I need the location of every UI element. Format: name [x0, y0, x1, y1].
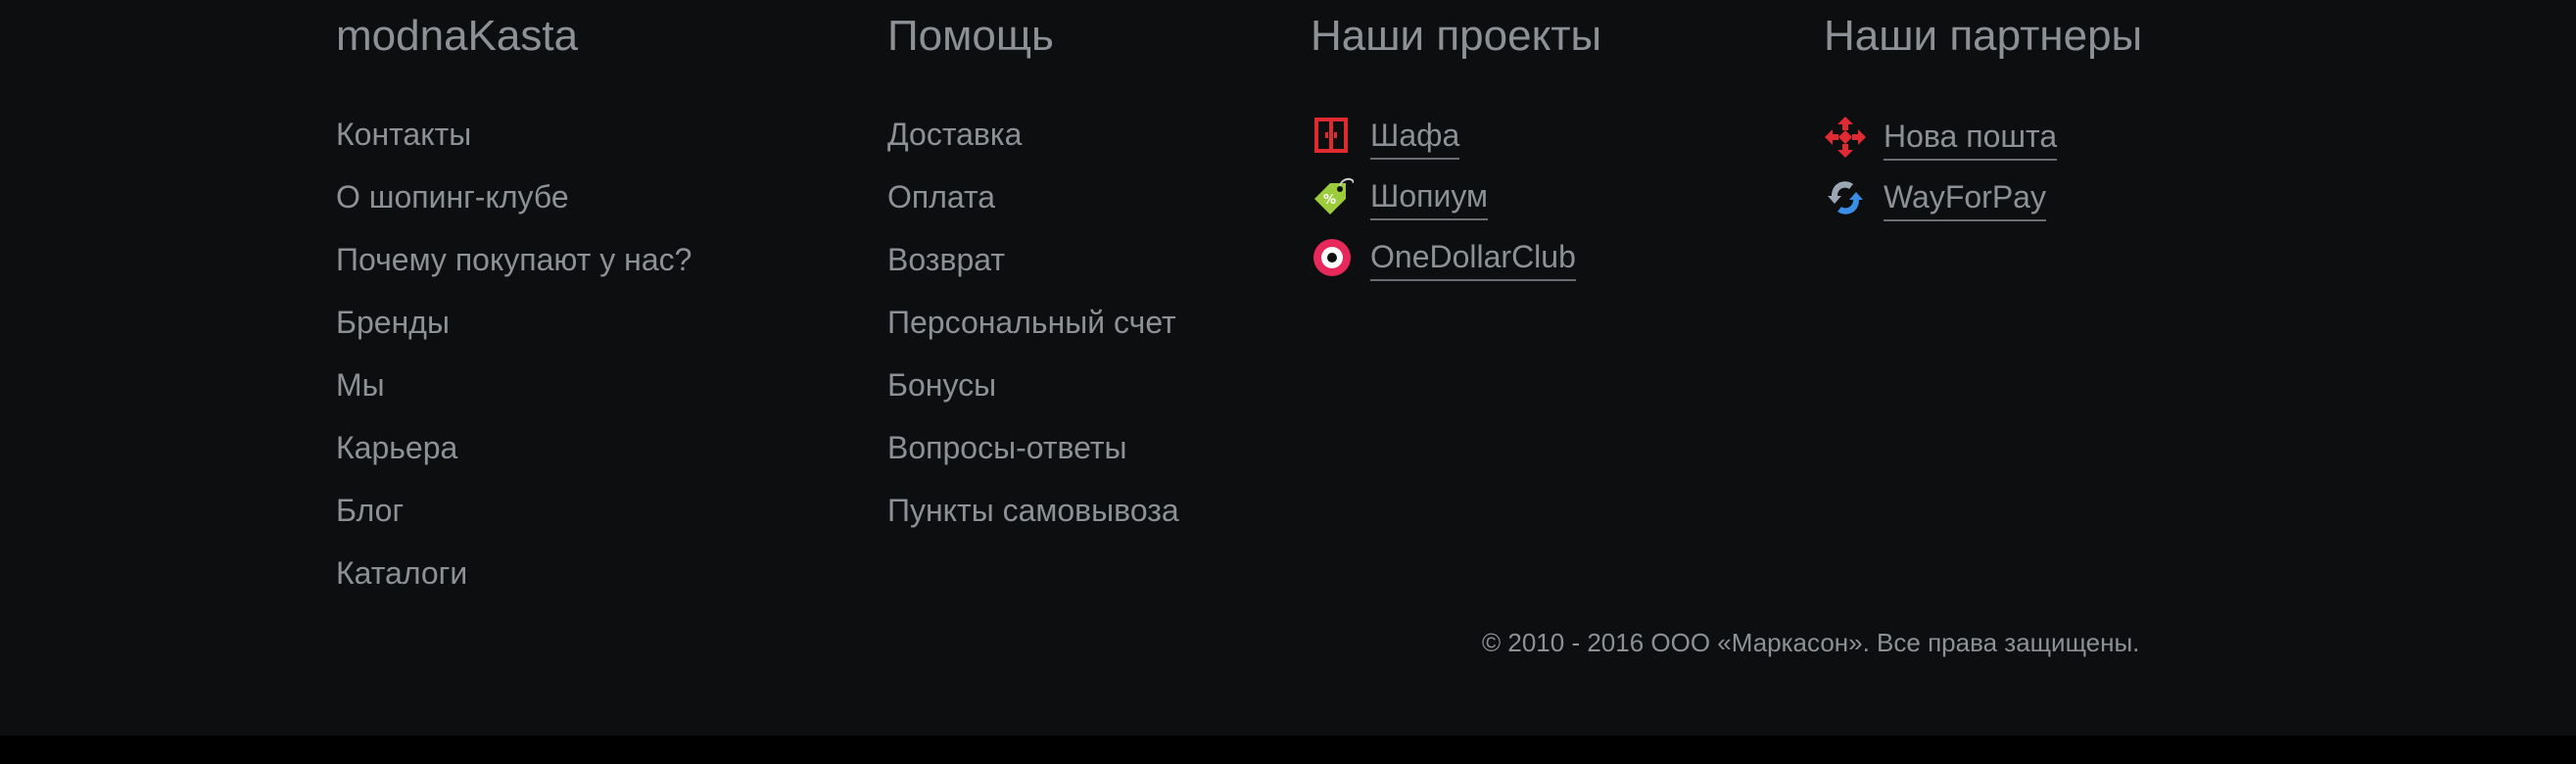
shafa-icon: [1311, 115, 1354, 158]
onedollarclub-icon: [1311, 236, 1354, 279]
footer-link-item[interactable]: Контакты: [336, 111, 692, 173]
footer-links-modnakasta: Контакты О шопинг-клубе Почему покупают …: [336, 111, 692, 612]
site-footer: modnaKasta Контакты О шопинг-клубе Почем…: [0, 0, 2576, 736]
footer-heading-partners: Наши партнеры: [1824, 12, 2143, 60]
footer-link-item[interactable]: О шопинг-клубе: [336, 173, 692, 236]
project-link-onedollarclub[interactable]: OneDollarClub: [1370, 236, 1576, 281]
footer-link-bonuses[interactable]: Бонусы: [887, 367, 996, 403]
footer-link-item[interactable]: Почему покупают у нас?: [336, 236, 692, 299]
footer-link-faq[interactable]: Вопросы-ответы: [887, 430, 1127, 465]
footer-heading-help: Помощь: [887, 12, 1054, 60]
shopium-tag-icon: %: [1311, 175, 1354, 218]
footer-link-brands[interactable]: Бренды: [336, 305, 450, 340]
footer-links-help: Доставка Оплата Возврат Персональный сче…: [887, 111, 1179, 549]
svg-text:%: %: [1323, 193, 1336, 208]
footer-link-item[interactable]: Карьера: [336, 424, 692, 487]
project-link-shafa[interactable]: Шафа: [1370, 115, 1460, 160]
footer-link-why-us[interactable]: Почему покупают у нас?: [336, 242, 692, 277]
footer-link-about-club[interactable]: О шопинг-клубе: [336, 179, 569, 215]
footer-link-item[interactable]: Персональный счет: [887, 299, 1179, 361]
footer-link-we[interactable]: Мы: [336, 367, 385, 403]
footer-heading-modnakasta: modnaKasta: [336, 12, 579, 60]
footer-link-item[interactable]: Бонусы: [887, 361, 1179, 424]
footer-link-item[interactable]: Доставка: [887, 111, 1179, 173]
footer-link-item[interactable]: Бренды: [336, 299, 692, 361]
footer-link-career[interactable]: Карьера: [336, 430, 457, 465]
footer-heading-projects: Наши проекты: [1311, 12, 1602, 60]
footer-link-personal-account[interactable]: Персональный счет: [887, 305, 1176, 340]
wayforpay-icon: [1824, 176, 1867, 219]
footer-link-catalogs[interactable]: Каталоги: [336, 555, 467, 591]
footer-link-return[interactable]: Возврат: [887, 242, 1005, 277]
footer-link-item[interactable]: Блог: [336, 487, 692, 549]
nova-poshta-icon: [1824, 116, 1867, 159]
footer-link-contacts[interactable]: Контакты: [336, 117, 471, 152]
footer-link-payment[interactable]: Оплата: [887, 179, 995, 215]
footer-link-pickup-points[interactable]: Пункты самовывоза: [887, 493, 1179, 528]
footer-link-item[interactable]: Каталоги: [336, 549, 692, 612]
footer-link-blog[interactable]: Блог: [336, 493, 404, 528]
footer-link-item[interactable]: Мы: [336, 361, 692, 424]
footer-link-delivery[interactable]: Доставка: [887, 117, 1022, 152]
footer-link-item[interactable]: Вопросы-ответы: [887, 424, 1179, 487]
project-link-shopium[interactable]: Шопиум: [1370, 175, 1488, 220]
footer-link-item[interactable]: Пункты самовывоза: [887, 487, 1179, 549]
copyright-text: © 2010 - 2016 ООО «Маркасон». Все права …: [1482, 628, 2140, 657]
partner-link-nova-poshta[interactable]: Нова пошта: [1884, 116, 2058, 161]
partner-link-wayforpay[interactable]: WayForPay: [1884, 176, 2046, 221]
footer-link-item[interactable]: Оплата: [887, 173, 1179, 236]
footer-link-item[interactable]: Возврат: [887, 236, 1179, 299]
